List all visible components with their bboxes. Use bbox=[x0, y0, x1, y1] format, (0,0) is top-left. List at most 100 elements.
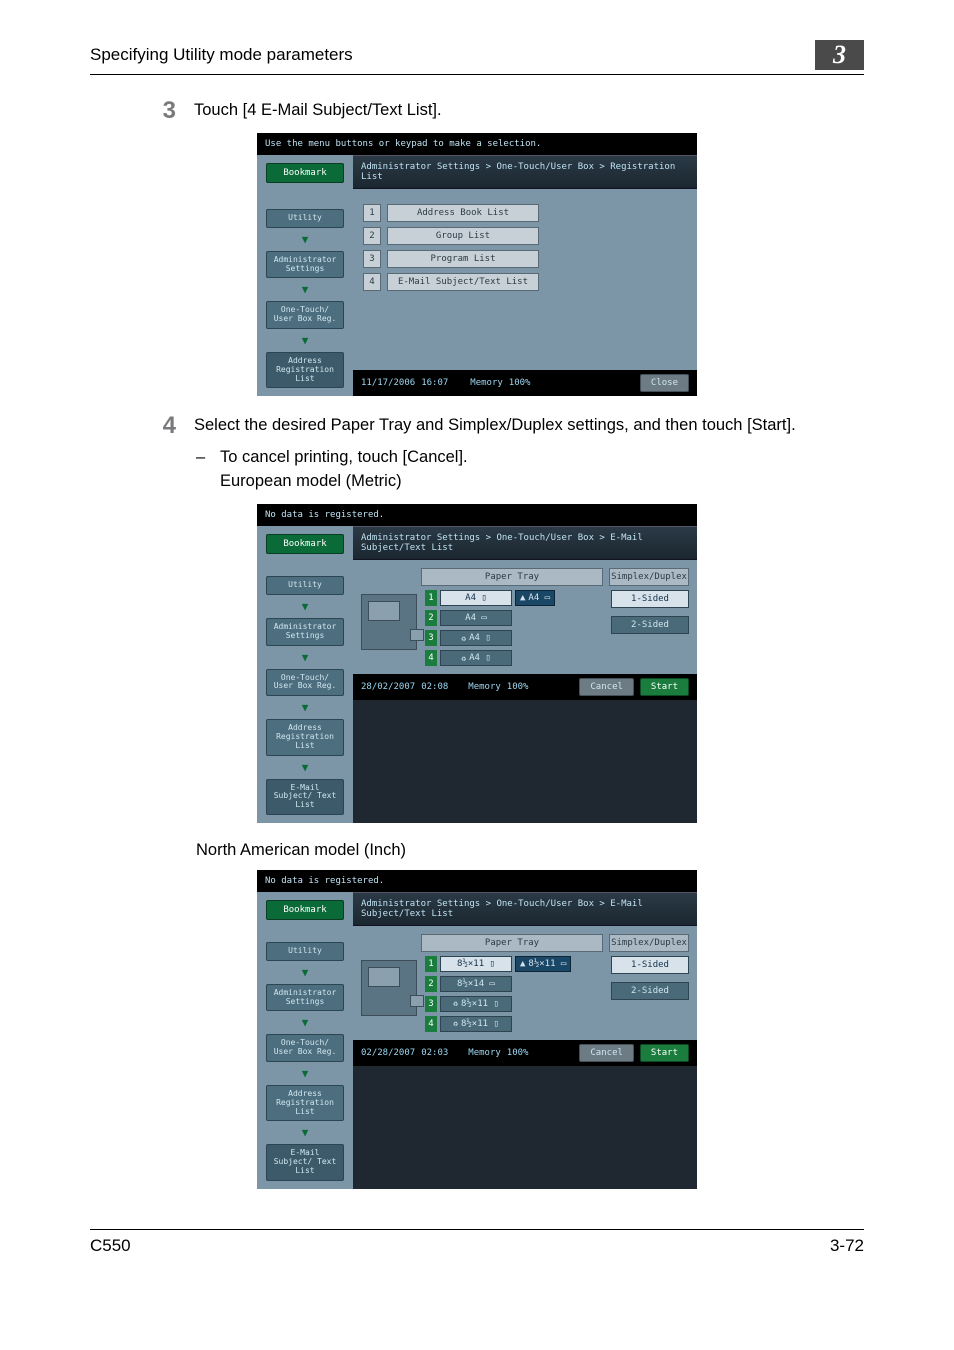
cancel-button[interactable]: Cancel bbox=[579, 1044, 634, 1062]
step-4-sub: – To cancel printing, touch [Cancel]. Eu… bbox=[196, 446, 864, 494]
nav-admin-settings[interactable]: Administrator Settings bbox=[266, 618, 344, 646]
menu-index: 2 bbox=[363, 227, 381, 245]
caption-north-american: North American model (Inch) bbox=[196, 841, 864, 860]
recycle-icon: ♻ bbox=[461, 634, 466, 643]
chevron-down-icon: ▼ bbox=[302, 762, 309, 773]
nav-address-registration-list[interactable]: Address Registration List bbox=[266, 352, 344, 388]
step-3: 3 Touch [4 E-Mail Subject/Text List]. bbox=[130, 99, 864, 123]
bypass-tray-button[interactable]: ▲8½×11 ▭ bbox=[515, 956, 571, 972]
page-header: Specifying Utility mode parameters 3 bbox=[90, 40, 864, 75]
tray-num: 2 bbox=[425, 610, 437, 626]
cancel-button[interactable]: Cancel bbox=[579, 678, 634, 696]
chevron-down-icon: ▼ bbox=[302, 1017, 309, 1028]
chevron-down-icon: ▼ bbox=[302, 967, 309, 978]
chevron-down-icon: ▼ bbox=[302, 335, 309, 346]
bypass-tray-button[interactable]: ▲A4 ▭ bbox=[515, 590, 555, 606]
nav-admin-settings[interactable]: Administrator Settings bbox=[266, 251, 344, 279]
page-footer: C550 3-72 bbox=[90, 1229, 864, 1256]
step-number: 4 bbox=[130, 414, 194, 438]
chevron-down-icon: ▼ bbox=[302, 702, 309, 713]
chapter-badge: 3 bbox=[815, 40, 864, 70]
hint-bar: No data is registered. bbox=[257, 870, 697, 892]
breadcrumb: Administrator Settings > One-Touch/User … bbox=[353, 892, 697, 926]
tray-2-button[interactable]: A4 ▭ bbox=[440, 610, 512, 626]
footer-page: 3-72 bbox=[830, 1236, 864, 1256]
status-bar: 02/28/2007 02:03 Memory 100% Cancel Star… bbox=[353, 1040, 697, 1066]
tray-4-button[interactable]: ♻8½×11 ▯ bbox=[440, 1016, 512, 1032]
nav-utility[interactable]: Utility bbox=[266, 576, 344, 595]
chevron-down-icon: ▼ bbox=[302, 1127, 309, 1138]
menu-index: 1 bbox=[363, 204, 381, 222]
left-nav: Bookmark Utility ▼ Administrator Setting… bbox=[257, 892, 353, 1189]
chevron-down-icon: ▼ bbox=[302, 652, 309, 663]
nav-email-subject-text-list[interactable]: E-Mail Subject/ Text List bbox=[266, 1144, 344, 1180]
status-bar: 28/02/2007 02:08 Memory 100% Cancel Star… bbox=[353, 674, 697, 700]
nav-onetouch[interactable]: One-Touch/ User Box Reg. bbox=[266, 1034, 344, 1062]
status-date: 02/28/2007 bbox=[361, 1048, 415, 1058]
printer-icon bbox=[361, 960, 417, 1016]
nav-address-registration-list[interactable]: Address Registration List bbox=[266, 719, 344, 755]
nav-utility[interactable]: Utility bbox=[266, 942, 344, 961]
bypass-icon: ▲ bbox=[520, 593, 525, 603]
menu-group-list[interactable]: Group List bbox=[387, 227, 539, 245]
two-sided-button[interactable]: 2-Sided bbox=[611, 616, 689, 634]
nav-address-registration-list[interactable]: Address Registration List bbox=[266, 1085, 344, 1121]
step-4: 4 Select the desired Paper Tray and Simp… bbox=[130, 414, 864, 438]
col-simplex-duplex: Simplex/Duplex bbox=[609, 568, 689, 586]
step-text: Touch [4 E-Mail Subject/Text List]. bbox=[194, 99, 864, 123]
status-time: 02:08 bbox=[421, 682, 448, 692]
nav-admin-settings[interactable]: Administrator Settings bbox=[266, 984, 344, 1012]
chevron-down-icon: ▼ bbox=[302, 284, 309, 295]
sub-line-1: To cancel printing, touch [Cancel]. bbox=[220, 448, 468, 466]
status-memory-value: 100% bbox=[507, 1048, 529, 1058]
chevron-down-icon: ▼ bbox=[302, 601, 309, 612]
tray-num: 1 bbox=[425, 590, 437, 606]
start-button[interactable]: Start bbox=[640, 1044, 689, 1062]
tray-num: 3 bbox=[425, 996, 437, 1012]
tray-3-button[interactable]: ♻A4 ▯ bbox=[440, 630, 512, 646]
left-nav: Bookmark Utility ▼ Administrator Setting… bbox=[257, 155, 353, 396]
col-paper-tray: Paper Tray bbox=[421, 934, 603, 952]
tray-1-button[interactable]: A4 ▯ bbox=[440, 590, 512, 606]
menu-email-subject-text-list[interactable]: E-Mail Subject/Text List bbox=[387, 273, 539, 291]
recycle-icon: ♻ bbox=[453, 999, 458, 1008]
header-title: Specifying Utility mode parameters bbox=[90, 45, 353, 65]
chevron-down-icon: ▼ bbox=[302, 1068, 309, 1079]
nav-email-subject-text-list[interactable]: E-Mail Subject/ Text List bbox=[266, 779, 344, 815]
hint-bar: No data is registered. bbox=[257, 504, 697, 526]
menu-program-list[interactable]: Program List bbox=[387, 250, 539, 268]
tray-1-button[interactable]: 8½×11 ▯ bbox=[440, 956, 512, 972]
bookmark-button[interactable]: Bookmark bbox=[266, 534, 344, 554]
tray-4-button[interactable]: ♻A4 ▯ bbox=[440, 650, 512, 666]
recycle-icon: ♻ bbox=[453, 1019, 458, 1028]
status-memory-label: Memory bbox=[468, 1048, 501, 1058]
one-sided-button[interactable]: 1-Sided bbox=[611, 956, 689, 974]
tray-num: 1 bbox=[425, 956, 437, 972]
status-date: 28/02/2007 bbox=[361, 682, 415, 692]
menu-address-book-list[interactable]: Address Book List bbox=[387, 204, 539, 222]
bookmark-button[interactable]: Bookmark bbox=[266, 900, 344, 920]
status-bar: 11/17/2006 16:07 Memory 100% Close bbox=[353, 370, 697, 396]
tray-3-button[interactable]: ♻8½×11 ▯ bbox=[440, 996, 512, 1012]
col-paper-tray: Paper Tray bbox=[421, 568, 603, 586]
close-button[interactable]: Close bbox=[640, 374, 689, 392]
two-sided-button[interactable]: 2-Sided bbox=[611, 982, 689, 1000]
printer-icon bbox=[361, 594, 417, 650]
step-text: Select the desired Paper Tray and Simple… bbox=[194, 414, 864, 438]
dash: – bbox=[196, 446, 220, 494]
left-nav: Bookmark Utility ▼ Administrator Setting… bbox=[257, 526, 353, 823]
chevron-down-icon: ▼ bbox=[302, 234, 309, 245]
col-simplex-duplex: Simplex/Duplex bbox=[609, 934, 689, 952]
nav-onetouch[interactable]: One-Touch/ User Box Reg. bbox=[266, 301, 344, 329]
one-sided-button[interactable]: 1-Sided bbox=[611, 590, 689, 608]
status-memory-value: 100% bbox=[509, 378, 531, 388]
tray-2-button[interactable]: 8½×14 ▭ bbox=[440, 976, 512, 992]
screenshot-inch: No data is registered. Bookmark Utility … bbox=[257, 870, 697, 1189]
menu-index: 3 bbox=[363, 250, 381, 268]
nav-utility[interactable]: Utility bbox=[266, 209, 344, 228]
step-number: 3 bbox=[130, 99, 194, 123]
nav-onetouch[interactable]: One-Touch/ User Box Reg. bbox=[266, 669, 344, 697]
bookmark-button[interactable]: Bookmark bbox=[266, 163, 344, 183]
tray-num: 3 bbox=[425, 630, 437, 646]
start-button[interactable]: Start bbox=[640, 678, 689, 696]
